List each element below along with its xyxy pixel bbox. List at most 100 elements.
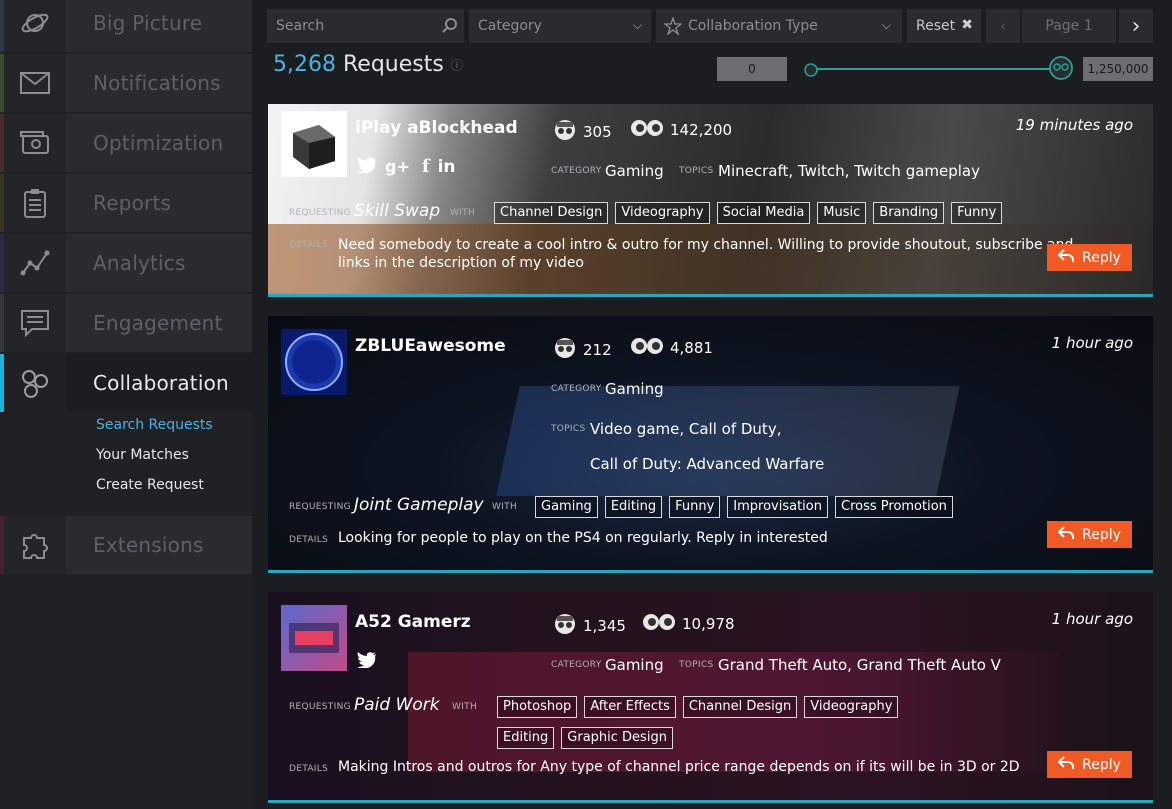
- sidebar-item-notifications[interactable]: Notifications: [0, 54, 252, 112]
- category-select[interactable]: Category ⌵: [469, 9, 651, 43]
- reply-label: Reply: [1082, 526, 1121, 543]
- request-count: 5,268 Requests ⓘ: [273, 52, 463, 77]
- posted-time: 1 hour ago: [1051, 334, 1133, 352]
- card-banner-overlay: [496, 386, 960, 496]
- planet-icon: [4, 0, 66, 52]
- envelope-icon: [4, 54, 66, 112]
- view-count: 142,200: [630, 118, 732, 142]
- reply-button[interactable]: Reply: [1047, 244, 1132, 271]
- subscriber-count-value: 212: [583, 341, 612, 359]
- sidebar-item-engagement[interactable]: Engagement: [0, 294, 252, 352]
- reset-button[interactable]: Reset ✖: [907, 9, 981, 43]
- requesting-type: Paid Work: [354, 695, 440, 715]
- range-max-input[interactable]: 1,250,000: [1083, 57, 1153, 81]
- details-label: DETAILS: [289, 240, 329, 250]
- request-card: ZBLUEawesome 212 4,881 1 hour ago CATEGO…: [268, 316, 1153, 573]
- reset-label: Reset: [916, 18, 956, 34]
- range-min-input[interactable]: 0: [717, 57, 787, 81]
- requesting-type: Joint Gameplay: [354, 495, 484, 515]
- range-slider-max-handle[interactable]: [1049, 56, 1073, 84]
- sidebar-item-big-picture[interactable]: Big Picture: [0, 0, 252, 52]
- request-count-number: 5,268: [273, 52, 336, 77]
- collab-type-select[interactable]: Collaboration Type ⌵: [656, 9, 902, 43]
- linkedin-icon[interactable]: in: [438, 157, 456, 177]
- avatar[interactable]: [281, 329, 347, 395]
- skill-tag: Improvisation: [727, 496, 828, 518]
- chat-icon: [4, 294, 66, 352]
- puzzle-icon: [4, 516, 66, 574]
- topics-label: TOPICS: [679, 166, 714, 176]
- sidebar-item-analytics[interactable]: Analytics: [0, 234, 252, 292]
- subscribers-icon: [553, 612, 577, 640]
- sidebar-item-collaboration[interactable]: Collaboration: [0, 354, 252, 412]
- range-min-value: 0: [748, 62, 756, 76]
- sidebar-item-optimization[interactable]: Optimization: [0, 114, 252, 172]
- social-links: [357, 652, 377, 672]
- help-icon: ⓘ: [450, 58, 463, 73]
- google-plus-icon[interactable]: g+: [385, 157, 410, 176]
- next-page-button[interactable]: ›: [1119, 9, 1153, 43]
- reply-button[interactable]: Reply: [1047, 751, 1132, 778]
- skill-tag: Graphic Design: [561, 727, 673, 749]
- skill-tags: Channel Design Videography Social Media …: [494, 202, 1094, 224]
- twitter-icon[interactable]: [357, 652, 377, 672]
- skill-tag: Editing: [497, 727, 555, 749]
- avatar[interactable]: [281, 605, 347, 671]
- posted-time: 1 hour ago: [1051, 610, 1133, 628]
- page-indicator: Page 1: [1022, 9, 1116, 43]
- details-text: Looking for people to play on the PS4 on…: [338, 530, 828, 546]
- details-line: links in the description of my video: [338, 255, 584, 271]
- skill-tag: Social Media: [716, 202, 811, 224]
- facebook-icon[interactable]: f: [422, 156, 430, 177]
- with-label: WITH: [492, 502, 518, 512]
- collaboration-icon: [4, 354, 66, 412]
- topics-value-continued: Call of Duty: Advanced Warfare: [590, 455, 825, 473]
- sidebar-item-label: Engagement: [93, 311, 223, 335]
- chevron-down-icon: ⌵: [881, 18, 891, 32]
- twitter-icon[interactable]: [357, 156, 377, 177]
- view-count-value: 4,881: [670, 339, 713, 357]
- search-placeholder: Search: [276, 18, 325, 34]
- sidebar-item-label: Extensions: [93, 533, 204, 557]
- social-links: g+ f in: [357, 156, 456, 177]
- channel-name[interactable]: ZBLUEawesome: [355, 336, 506, 356]
- skill-tags: Photoshop After Effects Channel Design V…: [497, 696, 947, 749]
- range-slider-track[interactable]: [810, 68, 1060, 70]
- card-divider: [268, 570, 1153, 573]
- requesting-label: REQUESTING: [289, 208, 351, 218]
- category-value: Gaming: [605, 656, 664, 674]
- chevron-left-icon: ‹: [1000, 17, 1006, 35]
- views-icon: [630, 118, 664, 142]
- channel-name[interactable]: iPlay aBlockhead: [355, 118, 518, 138]
- sidebar-item-label: Collaboration: [93, 371, 229, 395]
- reply-button[interactable]: Reply: [1047, 521, 1132, 548]
- sidebar-item-reports[interactable]: Reports: [0, 174, 252, 232]
- sidebar-item-label: Reports: [93, 191, 172, 215]
- category-label: CATEGORY: [551, 384, 602, 394]
- skill-tag: Videography: [615, 202, 710, 224]
- skill-tag: Videography: [804, 696, 899, 718]
- skill-tag: Gaming: [535, 496, 598, 518]
- topics-label: TOPICS: [551, 424, 586, 434]
- star-icon: [664, 17, 682, 35]
- sidebar-item-label: Optimization: [93, 131, 224, 155]
- request-card: iPlay aBlockhead g+ f in 305 142,200 19 …: [268, 104, 1153, 297]
- subnav-search-requests[interactable]: Search Requests: [96, 417, 213, 433]
- channel-name[interactable]: A52 Gamerz: [355, 612, 471, 632]
- range-max-value: 1,250,000: [1087, 62, 1149, 76]
- details-text: Making Intros and outros for Any type of…: [338, 759, 1020, 775]
- subnav-your-matches[interactable]: Your Matches: [96, 447, 189, 463]
- topics-value: Grand Theft Auto, Grand Theft Auto V: [718, 656, 1001, 674]
- prev-page-button[interactable]: ‹: [986, 9, 1020, 43]
- request-count-label: Requests: [342, 52, 444, 77]
- view-count-value: 142,200: [670, 121, 733, 139]
- range-slider-min-handle[interactable]: [804, 62, 818, 81]
- subnav-create-request[interactable]: Create Request: [96, 477, 204, 493]
- search-input[interactable]: Search: [267, 9, 464, 43]
- sidebar-item-extensions[interactable]: Extensions: [0, 516, 252, 574]
- request-card: A52 Gamerz 1,345 10,978 1 hour ago CATEG…: [268, 592, 1153, 803]
- avatar[interactable]: [281, 111, 347, 177]
- topics-label: TOPICS: [679, 660, 714, 670]
- with-label: WITH: [450, 208, 476, 218]
- search-icon: [442, 17, 458, 37]
